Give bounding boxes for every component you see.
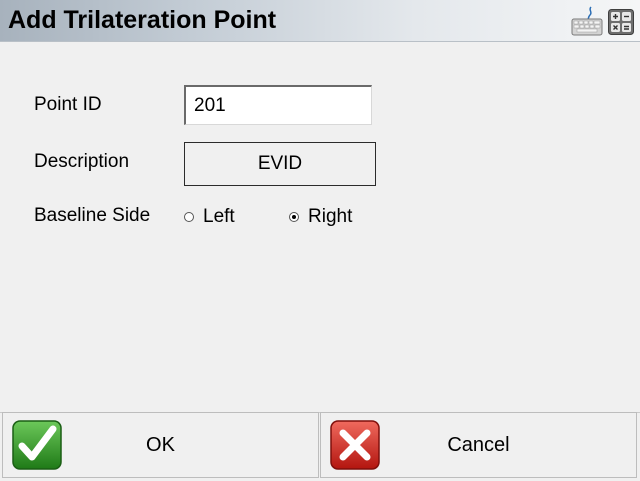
cancel-button-label: Cancel <box>447 433 510 456</box>
description-label: Description <box>34 151 130 172</box>
ok-button-label: OK <box>146 433 175 456</box>
point-id-input[interactable] <box>184 85 372 125</box>
baseline-right-label: Right <box>308 206 353 227</box>
baseline-right-radio[interactable]: Right <box>289 206 352 228</box>
description-button[interactable]: EVID <box>184 142 376 186</box>
title-bar: Add Trilateration Point <box>0 0 640 42</box>
baseline-left-label: Left <box>203 206 235 227</box>
radio-checked-icon[interactable] <box>289 212 299 222</box>
window-title: Add Trilateration Point <box>8 6 277 34</box>
baseline-left-radio[interactable]: Left <box>184 206 235 228</box>
description-value: EVID <box>257 153 303 174</box>
ok-button[interactable]: OK <box>2 412 319 478</box>
baseline-side-label: Baseline Side <box>34 205 151 226</box>
cancel-button[interactable]: Cancel <box>320 412 637 478</box>
point-id-label: Point ID <box>34 94 102 115</box>
calculator-icon[interactable] <box>608 9 634 35</box>
keyboard-icon[interactable] <box>571 6 603 36</box>
radio-unchecked-icon[interactable] <box>184 212 194 222</box>
